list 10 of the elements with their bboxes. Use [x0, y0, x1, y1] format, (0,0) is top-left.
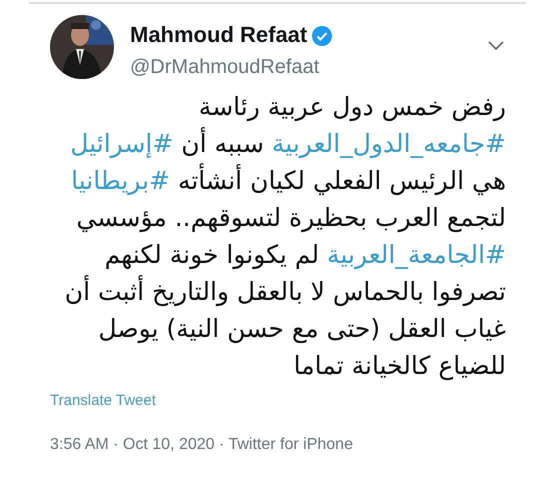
hashtag-link[interactable]: #إسرائيل: [70, 129, 174, 158]
translate-link[interactable]: Translate Tweet: [50, 392, 156, 410]
tweet-timestamp: 3:56 AM · Oct 10, 2020 · Twitter for iPhone: [50, 434, 353, 455]
chevron-down-icon[interactable]: [488, 41, 504, 51]
tweet-text: رفض خمس دول عربية رئاسة #جامعه_الدول_العربية سببه أن #إسرائيل هي الرئيس الفعلي لكيان أنشأته #بريطانيا لتجمع العرب بحظيرة لتسوقهم.. مؤسسي #الجامعة_العربية لم يكونوا خونة لكنهم تصرفوا بالحماس لا بالعقل والتاريخ أثبت أن غياب العقل (حتى مع حسن النية) يوصل للضياع كالخيانة تماما: [64, 91, 507, 382]
author-name: Mahmoud Refaat: [130, 23, 308, 48]
hashtag-link[interactable]: #جامعه_الدول_العربية: [272, 129, 506, 158]
author-handle: @DrMahmoudRefaat: [130, 55, 320, 80]
hashtag-link[interactable]: #الجامعة_العربية: [327, 240, 506, 270]
hashtag-link[interactable]: #بريطانيا: [71, 166, 170, 196]
